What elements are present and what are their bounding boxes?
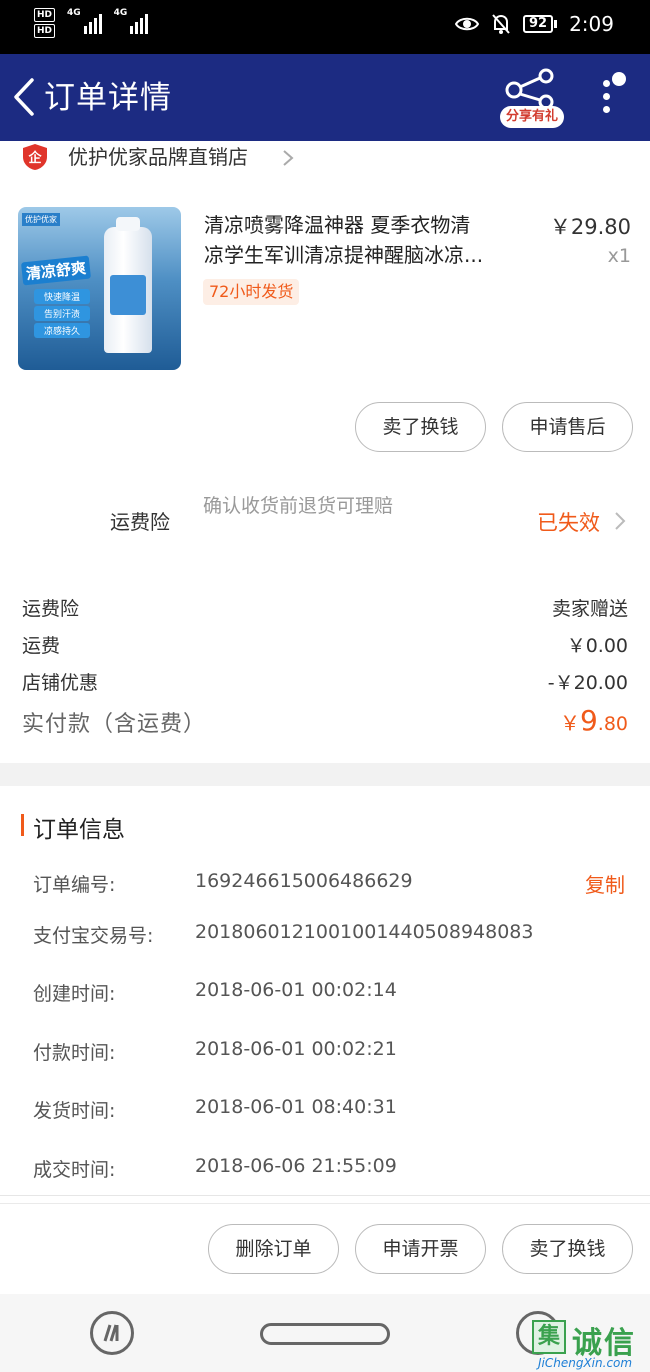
order-info-value: 2018060121001001440508948083 [195,921,534,943]
section-divider [0,763,650,786]
product-quantity: x1 [607,245,631,267]
order-info-title: 订单信息 [33,817,125,843]
hd-badge-2: HD [34,24,56,38]
chevron-right-icon [283,150,294,166]
page-title: 订单详情 [44,80,172,116]
summary-label: 运费险 [22,598,80,620]
summary-label: 店铺优惠 [22,672,99,694]
share-gift-badge: 分享有礼 [500,106,564,128]
divider [0,1203,650,1204]
product-image-tag: 告别汗渍 [34,306,90,321]
sell-for-cash-button[interactable]: 卖了换钱 [502,1224,633,1274]
summary-value: 卖家赠送 [551,598,628,620]
bell-off-icon [492,14,510,34]
order-info-label: 创建时间: [33,983,116,1005]
order-info-label: 付款时间: [33,1042,116,1064]
order-info-value: 2018-06-01 00:02:21 [195,1038,397,1060]
svg-text:企: 企 [27,150,42,166]
product-image-tag: 快速降温 [34,289,90,304]
delete-order-button[interactable]: 删除订单 [208,1224,339,1274]
product-image-headline: 清凉舒爽 [20,255,92,286]
paid-amount: ￥9.80 [560,704,628,737]
product-title[interactable]: 清凉喷雾降温神器 夏季衣物清 凉学生军训清凉提神醒脑冰凉... [204,210,528,270]
insurance-label: 运费险 [110,510,170,534]
summary-row: 运费 ￥0.00 [22,631,628,663]
watermark-box: 集 [532,1320,566,1354]
shipping-tag: 72小时发货 [203,279,300,305]
divider [0,1195,650,1196]
eye-icon [454,17,479,31]
status-right: 92 2:09 [454,12,614,36]
network-type-1: 4G [67,8,81,18]
order-info-value: 2018-06-06 21:55:09 [195,1155,397,1177]
order-info-row: 支付宝交易号: 2018060121001001440508948083 [33,921,633,951]
paid-currency: ￥ [559,711,580,735]
title-bar: 订单详情 分享有礼 [0,54,650,141]
order-info-value: 2018-06-01 00:02:14 [195,979,397,1001]
status-left: HD HD 4G 4G [34,8,149,38]
watermark-logo: 集 诚信 JiChengXin.com [532,1320,650,1372]
section-accent-bar [21,814,24,836]
hd-badge-1: HD [34,8,56,22]
back-arrow-icon[interactable] [8,76,42,118]
paid-amount-label: 实付款（含运费） [22,712,207,737]
product-title-line: 凉学生军训清凉提神醒脑冰凉... [204,243,484,267]
order-info-row: 订单编号: 169246615006486629 [33,870,633,900]
sell-for-cash-button[interactable]: 卖了换钱 [355,402,486,452]
paid-decimal: .80 [597,713,628,735]
insurance-description: 确认收货前退货可理赔 [203,495,394,517]
product-image-tag: 凉感持久 [34,323,90,338]
hd-indicator: HD HD [34,8,56,38]
order-info-label: 订单编号: [33,874,116,896]
notification-dot [612,72,626,86]
signal-icon-2: 4G [114,8,149,34]
product-title-line: 清凉喷雾降温神器 夏季衣物清 [204,213,471,237]
chevron-right-icon [615,512,626,530]
nav-home-pill[interactable] [260,1323,390,1345]
product-image[interactable]: 优护优家 清凉舒爽 快速降温 告别汗渍 凉感持久 [18,207,181,370]
order-info-label: 支付宝交易号: [33,925,154,947]
summary-label: 运费 [22,635,61,657]
network-type-2: 4G [113,8,128,18]
paid-integer: 9 [579,704,598,737]
summary-value: -￥20.00 [547,672,628,694]
summary-value: ￥0.00 [566,635,628,657]
order-info-row: 付款时间: 2018-06-01 00:02:21 [33,1038,633,1068]
share-icon [505,68,554,110]
enterprise-shield-icon: 企 [23,144,47,170]
nav-assistant-icon[interactable] [90,1311,134,1355]
request-invoice-button[interactable]: 申请开票 [355,1224,486,1274]
clock: 2:09 [569,12,614,36]
insurance-status: 已失效 [537,511,600,535]
battery-icon: 92 [522,15,558,33]
order-info-value: 2018-06-01 08:40:31 [195,1096,397,1118]
copy-order-number-button[interactable]: 复制 [585,869,625,898]
more-menu-icon[interactable] [596,72,626,120]
order-info-label: 发货时间: [33,1100,116,1122]
product-image-brand: 优护优家 [22,213,60,226]
order-info-label: 成交时间: [33,1159,116,1181]
summary-row: 店铺优惠 -￥20.00 [22,668,628,700]
shop-name: 优护优家品牌直销店 [68,145,248,169]
status-bar: HD HD 4G 4G 92 2:09 [0,0,650,54]
product-price: ￥29.80 [549,215,631,239]
spray-bottle-illustration [104,217,152,353]
order-info-value: 169246615006486629 [195,870,413,892]
after-sales-button[interactable]: 申请售后 [502,402,633,452]
summary-row: 运费险 卖家赠送 [22,594,628,626]
share-button[interactable]: 分享有礼 [500,68,564,130]
order-info-row: 发货时间: 2018-06-01 08:40:31 [33,1096,633,1126]
order-info-row: 成交时间: 2018-06-06 21:55:09 [33,1155,633,1185]
watermark-url: JiChengXin.com [538,1356,633,1370]
battery-level: 92 [522,15,554,33]
order-info-row: 创建时间: 2018-06-01 00:02:14 [33,979,633,1009]
signal-icon-1: 4G [67,8,102,34]
shop-row[interactable]: 企 优护优家品牌直销店 [0,141,650,181]
